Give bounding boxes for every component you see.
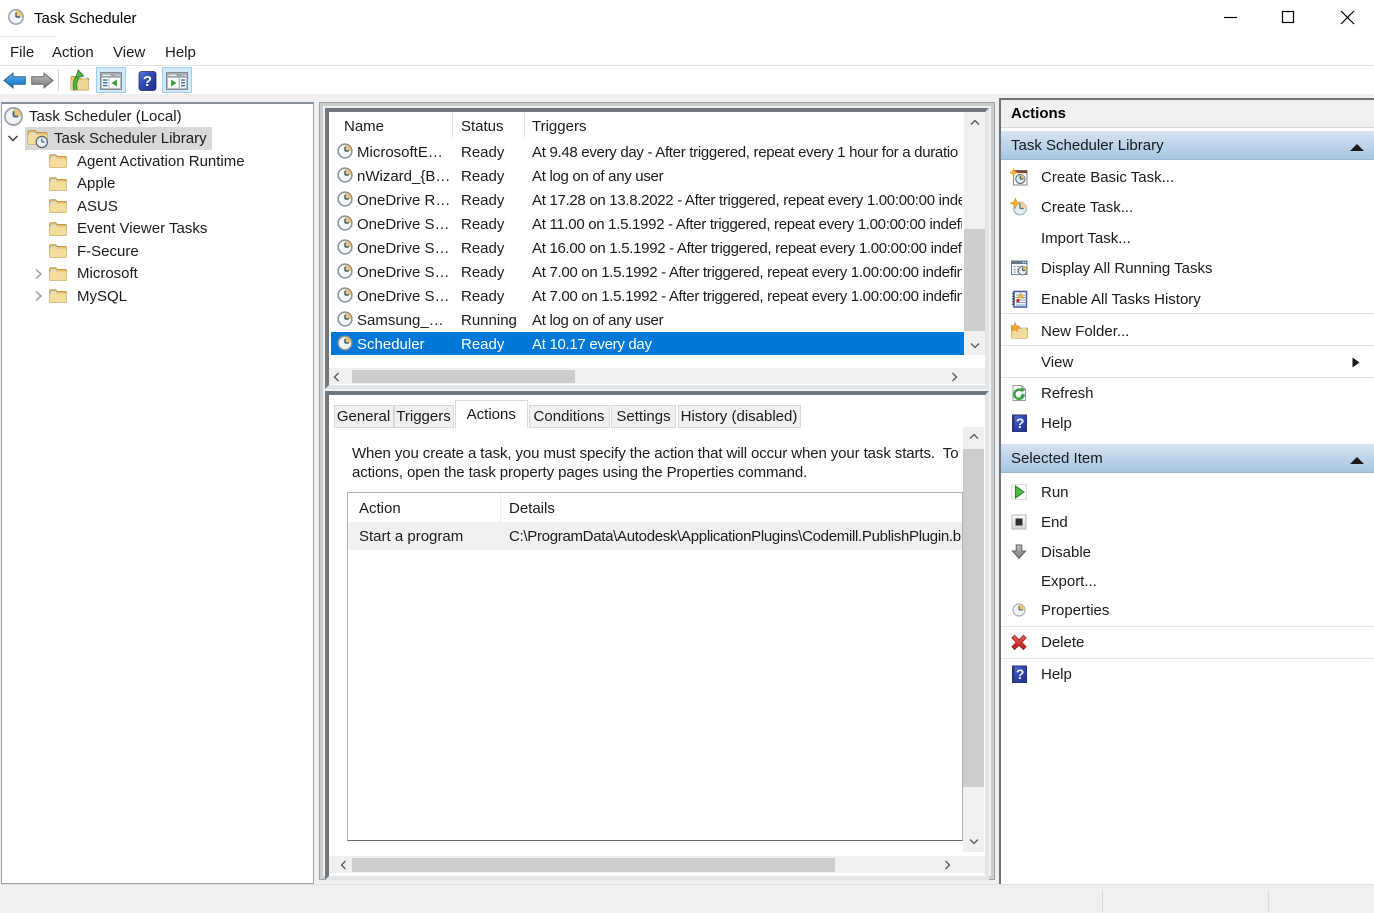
svg-text:?: ? [143, 73, 152, 90]
